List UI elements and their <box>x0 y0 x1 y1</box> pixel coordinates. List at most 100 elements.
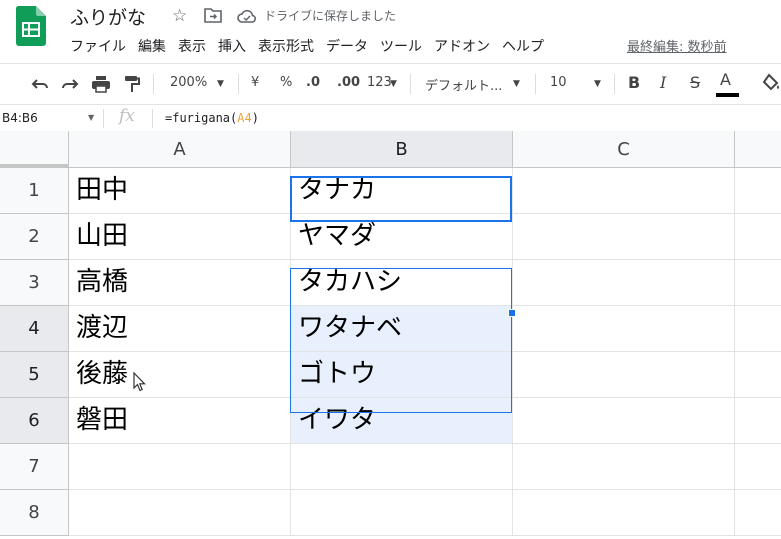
cell-a7[interactable] <box>69 444 291 490</box>
font-size-select[interactable]: 10 <box>550 75 567 90</box>
toolbar-separator <box>410 74 411 94</box>
cell-c8[interactable] <box>513 490 735 536</box>
cell-a1[interactable]: 田中 <box>69 168 291 214</box>
function-icon: fx <box>119 106 135 126</box>
cell-d2[interactable] <box>735 214 781 260</box>
cell-d7[interactable] <box>735 444 781 490</box>
fill-handle[interactable] <box>508 309 516 317</box>
formula-bar-separator <box>103 109 104 128</box>
cell-c2[interactable] <box>513 214 735 260</box>
column-header-b[interactable]: B <box>291 131 513 168</box>
menu-help[interactable]: ヘルプ <box>502 36 544 56</box>
menu-format[interactable]: 表示形式 <box>258 36 314 56</box>
menu-edit[interactable]: 編集 <box>138 36 166 56</box>
column-header-c[interactable]: C <box>513 131 735 168</box>
text-color-swatch <box>716 93 739 97</box>
formula-bar-divider <box>0 104 781 105</box>
document-title[interactable]: ふりがな <box>70 3 146 30</box>
more-formats-dropdown-icon[interactable]: ▼ <box>390 79 397 89</box>
cell-c1[interactable] <box>513 168 735 214</box>
cell-a5[interactable]: 後藤 <box>69 352 291 398</box>
cell-b7[interactable] <box>291 444 513 490</box>
print-icon[interactable] <box>91 75 111 93</box>
cell-a8[interactable] <box>69 490 291 536</box>
percent-button[interactable]: % <box>280 75 292 90</box>
cell-d8[interactable] <box>735 490 781 536</box>
redo-icon[interactable] <box>60 76 80 92</box>
italic-button[interactable]: I <box>660 73 666 92</box>
row-header-6[interactable]: 6 <box>0 398 69 444</box>
cell-d4[interactable] <box>735 306 781 352</box>
row-header-1[interactable]: 1 <box>0 168 69 214</box>
menu-bar: ファイル 編集 表示 挿入 表示形式 データ ツール アドオン ヘルプ <box>70 36 556 56</box>
menu-addons[interactable]: アドオン <box>434 36 490 56</box>
row-header-5[interactable]: 5 <box>0 352 69 398</box>
formula-prefix: =furigana( <box>165 111 238 125</box>
star-icon[interactable]: ☆ <box>172 6 187 26</box>
font-dropdown-icon[interactable]: ▼ <box>513 79 520 89</box>
font-size-dropdown-icon[interactable]: ▼ <box>594 79 601 89</box>
row-header-3[interactable]: 3 <box>0 260 69 306</box>
toolbar-separator <box>535 74 536 94</box>
cell-b3[interactable]: タカハシ <box>291 260 513 306</box>
spreadsheet-grid: A B C 1 田中 タナカ 2 山田 ヤマダ 3 高橋 タカハシ 4 渡辺 ワタナベ 5 後藤 ゴトウ 6 磐… <box>0 131 781 539</box>
cell-d6[interactable] <box>735 398 781 444</box>
cell-a4[interactable]: 渡辺 <box>69 306 291 352</box>
row-header-2[interactable]: 2 <box>0 214 69 260</box>
cell-b6[interactable]: イワタ <box>291 398 513 444</box>
text-color-button[interactable]: A <box>720 70 731 89</box>
cell-b2[interactable]: ヤマダ <box>291 214 513 260</box>
cell-c3[interactable] <box>513 260 735 306</box>
formula-bar-separator <box>152 109 153 128</box>
menu-data[interactable]: データ <box>326 36 368 56</box>
mouse-cursor-icon <box>133 372 146 392</box>
cell-c4[interactable] <box>513 306 735 352</box>
column-header-a[interactable]: A <box>69 131 291 168</box>
formula-input[interactable]: =furigana(A4) <box>165 111 259 125</box>
sheets-logo-icon[interactable] <box>16 6 46 46</box>
cell-d1[interactable] <box>735 168 781 214</box>
zoom-select[interactable]: 200% <box>170 75 207 90</box>
strikethrough-button[interactable]: S <box>690 73 700 92</box>
menu-tools[interactable]: ツール <box>380 36 422 56</box>
cell-d3[interactable] <box>735 260 781 306</box>
last-edit-link[interactable]: 最終編集: 数秒前 <box>627 36 727 55</box>
menu-view[interactable]: 表示 <box>178 36 206 56</box>
cell-b5[interactable]: ゴトウ <box>291 352 513 398</box>
cell-a6[interactable]: 磐田 <box>69 398 291 444</box>
cell-c7[interactable] <box>513 444 735 490</box>
menu-insert[interactable]: 挿入 <box>218 36 246 56</box>
more-formats-button[interactable]: 123 <box>367 75 392 90</box>
decrease-decimal-button[interactable]: .0 <box>306 75 320 90</box>
cell-a3[interactable]: 高橋 <box>69 260 291 306</box>
toolbar-separator <box>614 74 615 94</box>
move-to-folder-icon[interactable] <box>204 7 222 23</box>
cell-c6[interactable] <box>513 398 735 444</box>
undo-icon[interactable] <box>30 76 50 92</box>
zoom-dropdown-icon[interactable]: ▼ <box>217 79 224 89</box>
bold-button[interactable]: B <box>628 73 640 92</box>
cell-d5[interactable] <box>735 352 781 398</box>
font-select[interactable]: デフォルト... <box>425 75 502 94</box>
currency-button[interactable]: ¥ <box>251 75 259 90</box>
cell-b8[interactable] <box>291 490 513 536</box>
row-header-7[interactable]: 7 <box>0 444 69 490</box>
menu-file[interactable]: ファイル <box>70 36 126 56</box>
select-all-corner[interactable] <box>0 131 69 168</box>
cell-c5[interactable] <box>513 352 735 398</box>
formula-suffix: ) <box>251 111 259 125</box>
cloud-saved-icon[interactable] <box>237 8 257 24</box>
name-box[interactable]: B4:B6 <box>0 105 100 131</box>
paint-format-icon[interactable] <box>123 75 141 93</box>
cell-b1[interactable]: タナカ <box>291 168 513 214</box>
row-header-8[interactable]: 8 <box>0 490 69 536</box>
cell-b4[interactable]: ワタナベ <box>291 306 513 352</box>
cell-a2[interactable]: 山田 <box>69 214 291 260</box>
row-header-4[interactable]: 4 <box>0 306 69 352</box>
name-box-dropdown-icon[interactable]: ▼ <box>88 113 94 122</box>
fill-color-icon[interactable] <box>762 73 781 93</box>
increase-decimal-button[interactable]: .00 <box>337 75 360 90</box>
toolbar: 200% ▼ ¥ % .0 .00 123 ▼ デフォルト... ▼ 10 ▼ … <box>0 64 781 104</box>
formula-reference: A4 <box>237 111 252 125</box>
column-header-d[interactable] <box>735 131 781 168</box>
